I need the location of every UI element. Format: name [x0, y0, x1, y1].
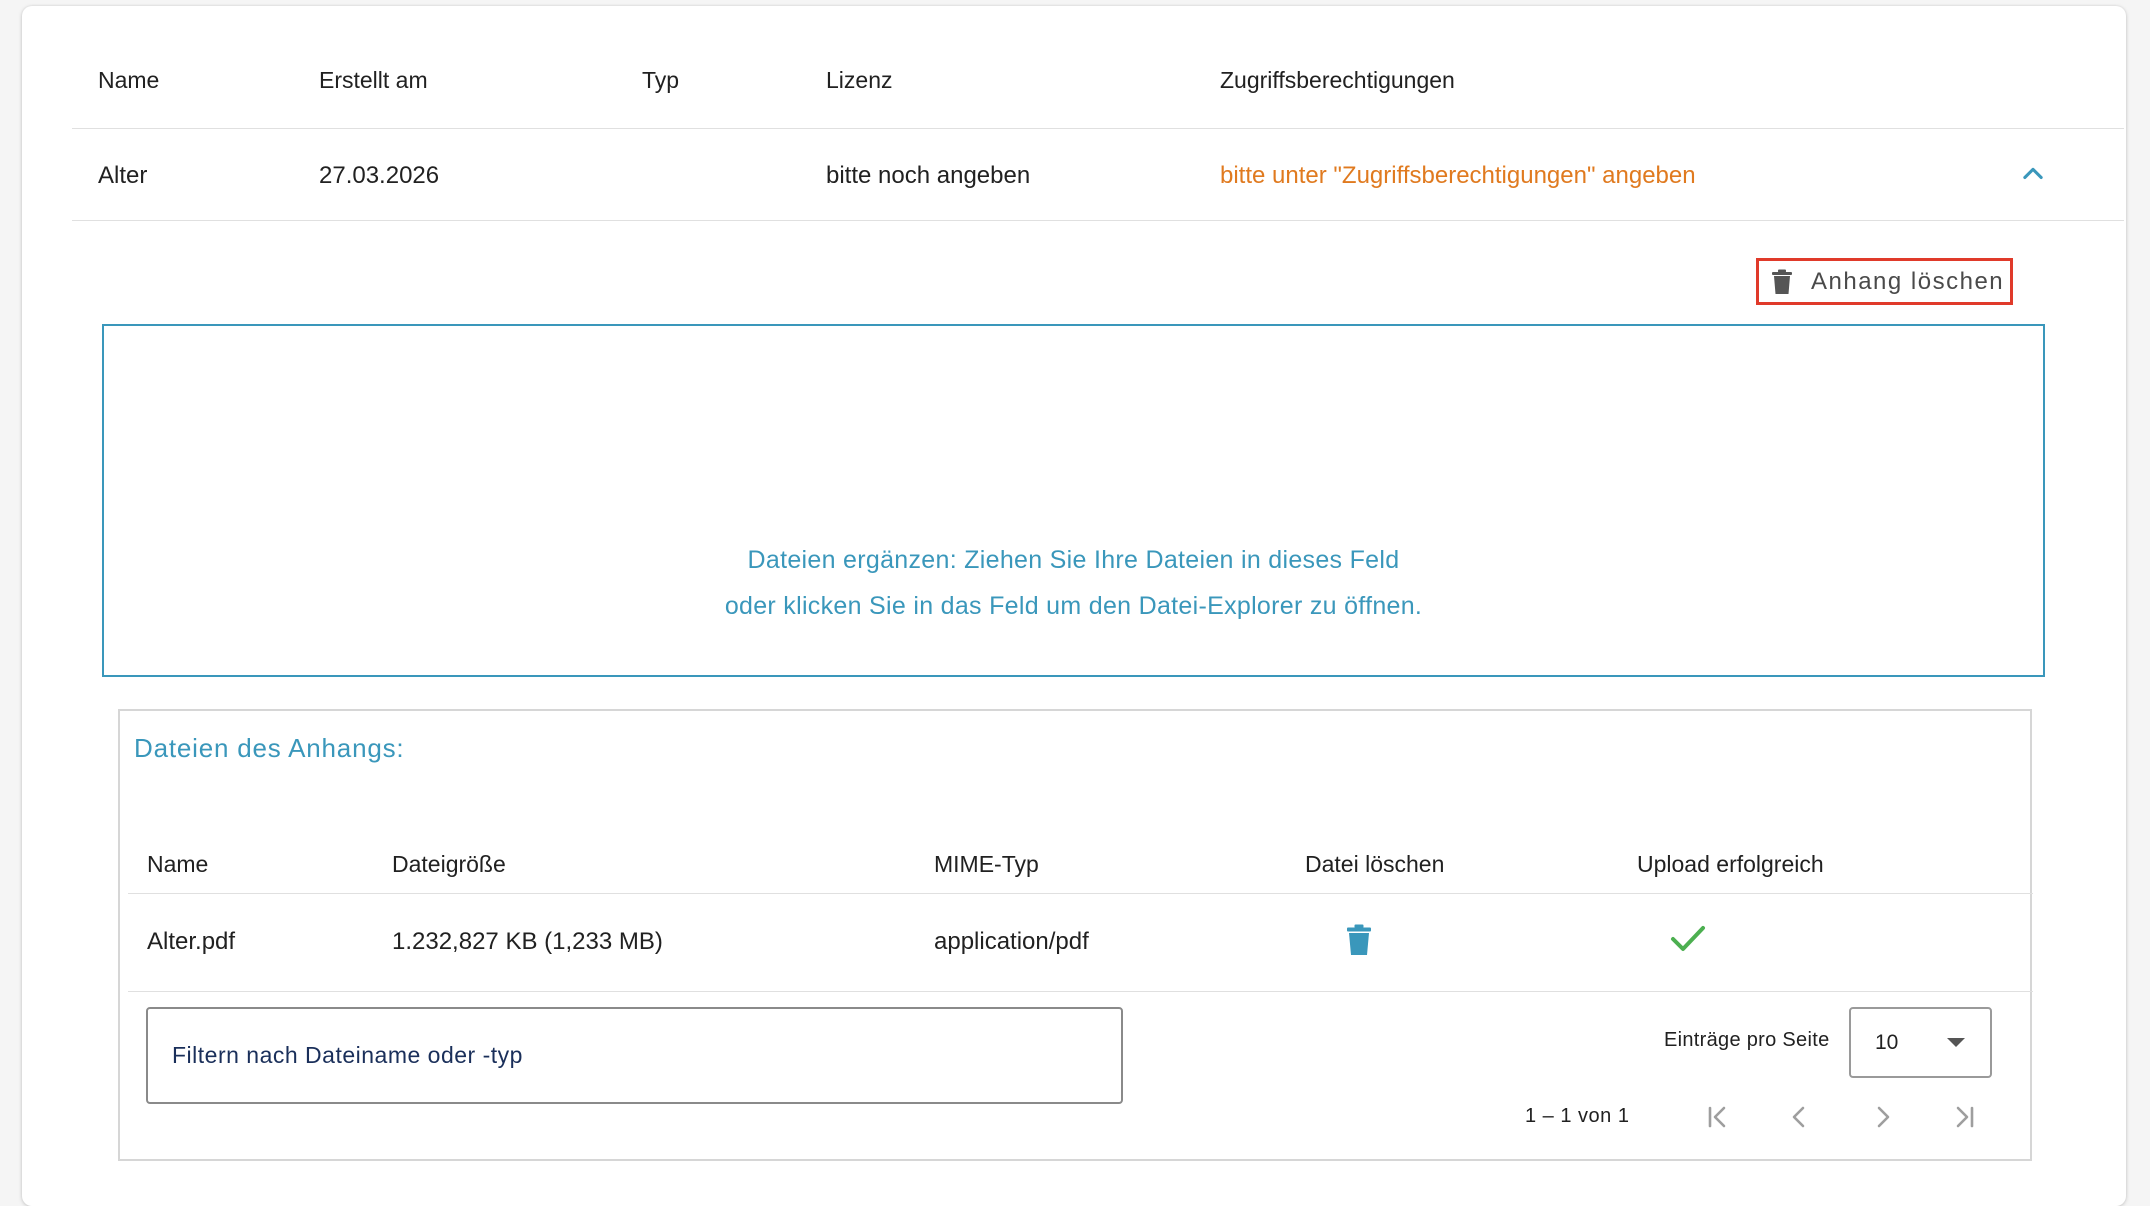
- file-dropzone[interactable]: Dateien ergänzen: Ziehen Sie Ihre Dateie…: [102, 324, 2045, 677]
- next-page-icon[interactable]: [1866, 1101, 1898, 1133]
- first-page-icon[interactable]: [1702, 1101, 1734, 1133]
- files-panel-title: Dateien des Anhangs:: [134, 733, 405, 763]
- cell-name: Alter: [98, 162, 148, 189]
- last-page-icon[interactable]: [1948, 1101, 1980, 1133]
- table-row: Alter.pdf 1.232,827 KB (1,233 MB) applic…: [128, 895, 2033, 992]
- column-header-name[interactable]: Name: [98, 6, 159, 128]
- file-size: 1.232,827 KB (1,233 MB): [392, 928, 663, 955]
- check-icon: [1671, 926, 1705, 951]
- trash-icon: [1772, 269, 1792, 294]
- file-mime: application/pdf: [934, 928, 1089, 955]
- chevron-up-icon[interactable]: [2019, 160, 2047, 188]
- items-per-page-value: 10: [1875, 1031, 1899, 1054]
- items-per-page-label: Einträge pro Seite: [1664, 1029, 1830, 1051]
- column-header-access[interactable]: Zugriffsberechtigungen: [1220, 6, 1455, 128]
- column-header-type[interactable]: Typ: [642, 6, 679, 128]
- outer-table-header: Name Erstellt am Typ Lizenz Zugriffsbere…: [72, 6, 2124, 129]
- column-header-license[interactable]: Lizenz: [826, 6, 892, 128]
- cell-license: bitte noch angeben: [826, 162, 1031, 189]
- column-header-created[interactable]: Erstellt am: [319, 6, 428, 128]
- file-name: Alter.pdf: [147, 928, 236, 955]
- delete-attachment-label: Anhang löschen: [1811, 267, 2005, 295]
- file-filter-input[interactable]: [146, 1007, 1123, 1104]
- delete-attachment-button[interactable]: Anhang löschen: [1756, 258, 2013, 305]
- trash-icon[interactable]: [1346, 924, 1372, 956]
- cell-created: 27.03.2026: [319, 162, 440, 189]
- dropzone-text-line1: Dateien ergänzen: Ziehen Sie Ihre Dateie…: [747, 546, 1400, 574]
- items-per-page-select[interactable]: 10: [1849, 1007, 1992, 1078]
- pagination-range: 1 – 1 von 1: [1525, 1105, 1630, 1127]
- caret-down-icon: [1947, 1038, 1965, 1047]
- previous-page-icon[interactable]: [1784, 1101, 1816, 1133]
- attachment-card: Name Erstellt am Typ Lizenz Zugriffsbere…: [22, 6, 2126, 1206]
- cell-access: bitte unter "Zugriffsberechtigungen" ang…: [1220, 162, 1696, 189]
- files-table-header: Name Dateigröße MIME-Typ Datei löschen U…: [128, 803, 2033, 894]
- attachment-files-panel: Dateien des Anhangs: Name Dateigröße MIM…: [118, 709, 2033, 1161]
- dropzone-text-line2: oder klicken Sie in das Feld um den Date…: [724, 592, 1423, 620]
- attachment-row[interactable]: Alter 27.03.2026 bitte noch angeben bitt…: [72, 130, 2124, 221]
